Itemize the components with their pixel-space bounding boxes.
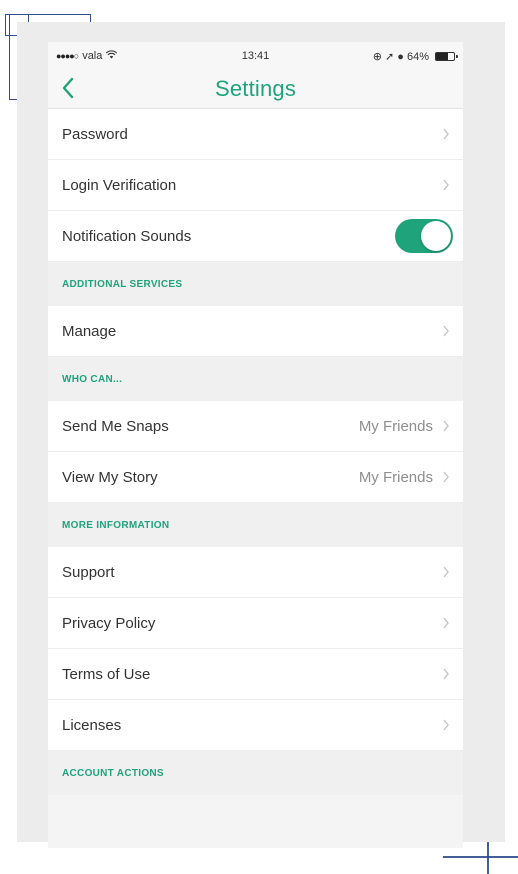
status-bar: ●●●●○ vala 13:41 ⊕ ➚ ● 64% [48,42,463,70]
settings-row-label: Terms of Use [62,665,151,683]
settings-row-notification-sounds: Notification Sounds [48,211,463,262]
settings-row-value: My Friends [358,468,433,486]
settings-row-label: Support [62,563,115,581]
chevron-right-icon [439,419,453,433]
settings-row-send-me-snaps[interactable]: Send Me Snaps My Friends [48,401,463,452]
settings-row-label: Licenses [62,716,122,734]
settings-row-licenses[interactable]: Licenses [48,700,463,751]
chevron-right-icon [439,616,453,630]
carrier-name: vala [82,50,103,62]
settings-list: Password Login Verification Notification… [48,109,463,795]
settings-row-support[interactable]: Support [48,547,463,598]
row-accessory [439,127,453,141]
section-header-additional-services: ADDITIONAL SERVICES [48,262,463,306]
wifi-icon [106,50,118,62]
section-header-account-actions: ACCOUNT ACTIONS [48,751,463,795]
battery-fill [436,52,448,60]
page-canvas: ●●●●○ vala 13:41 ⊕ ➚ ● 64% Settings Pass… [0,0,518,874]
row-accessory [439,565,453,579]
navigation-bar: Settings [48,70,463,109]
status-indicators: ⊕ ➚ ● 64% [372,50,429,63]
settings-row-label: Privacy Policy [62,614,156,632]
chevron-left-icon [62,77,74,99]
settings-row-terms-of-use[interactable]: Terms of Use [48,649,463,700]
row-accessory [439,616,453,630]
corner-mark-bottom-right-horizontal [443,856,518,858]
chevron-right-icon [439,324,453,338]
signal-strength-icon: ●●●●○ [56,51,79,61]
status-left: ●●●●○ vala [56,50,118,62]
settings-row-value: My Friends [358,417,433,435]
chevron-right-icon [439,718,453,732]
row-accessory [439,178,453,192]
battery-icon [435,51,458,61]
settings-row-label: Send Me Snaps [62,417,169,435]
row-accessory: My Friends [359,469,453,486]
settings-row-label: Notification Sounds [62,227,192,245]
chevron-right-icon [439,178,453,192]
chevron-right-icon [439,667,453,681]
status-right: ⊕ ➚ ● 64% [372,50,458,63]
toggle-knob [421,221,451,251]
settings-row-label: Login Verification [62,176,177,194]
section-header-who-can: WHO CAN... [48,357,463,401]
row-accessory [439,324,453,338]
status-time: 13:41 [241,50,270,62]
chevron-right-icon [439,470,453,484]
settings-row-label: Manage [62,322,117,340]
settings-row-label: Password [62,125,128,143]
settings-row-view-my-story[interactable]: View My Story My Friends [48,452,463,503]
settings-row-login-verification[interactable]: Login Verification [48,160,463,211]
chevron-right-icon [439,127,453,141]
notification-sounds-toggle[interactable] [395,219,453,253]
back-button[interactable] [54,74,82,102]
settings-row-label: View My Story [62,468,158,486]
row-accessory [439,718,453,732]
settings-row-password[interactable]: Password [48,109,463,160]
settings-row-manage[interactable]: Manage [48,306,463,357]
row-accessory: My Friends [359,418,453,435]
page-title: Settings [214,76,297,101]
chevron-right-icon [439,565,453,579]
row-accessory [439,667,453,681]
section-header-more-information: MORE INFORMATION [48,503,463,547]
settings-row-privacy-policy[interactable]: Privacy Policy [48,598,463,649]
settings-screen: ●●●●○ vala 13:41 ⊕ ➚ ● 64% Settings Pass… [48,42,463,848]
